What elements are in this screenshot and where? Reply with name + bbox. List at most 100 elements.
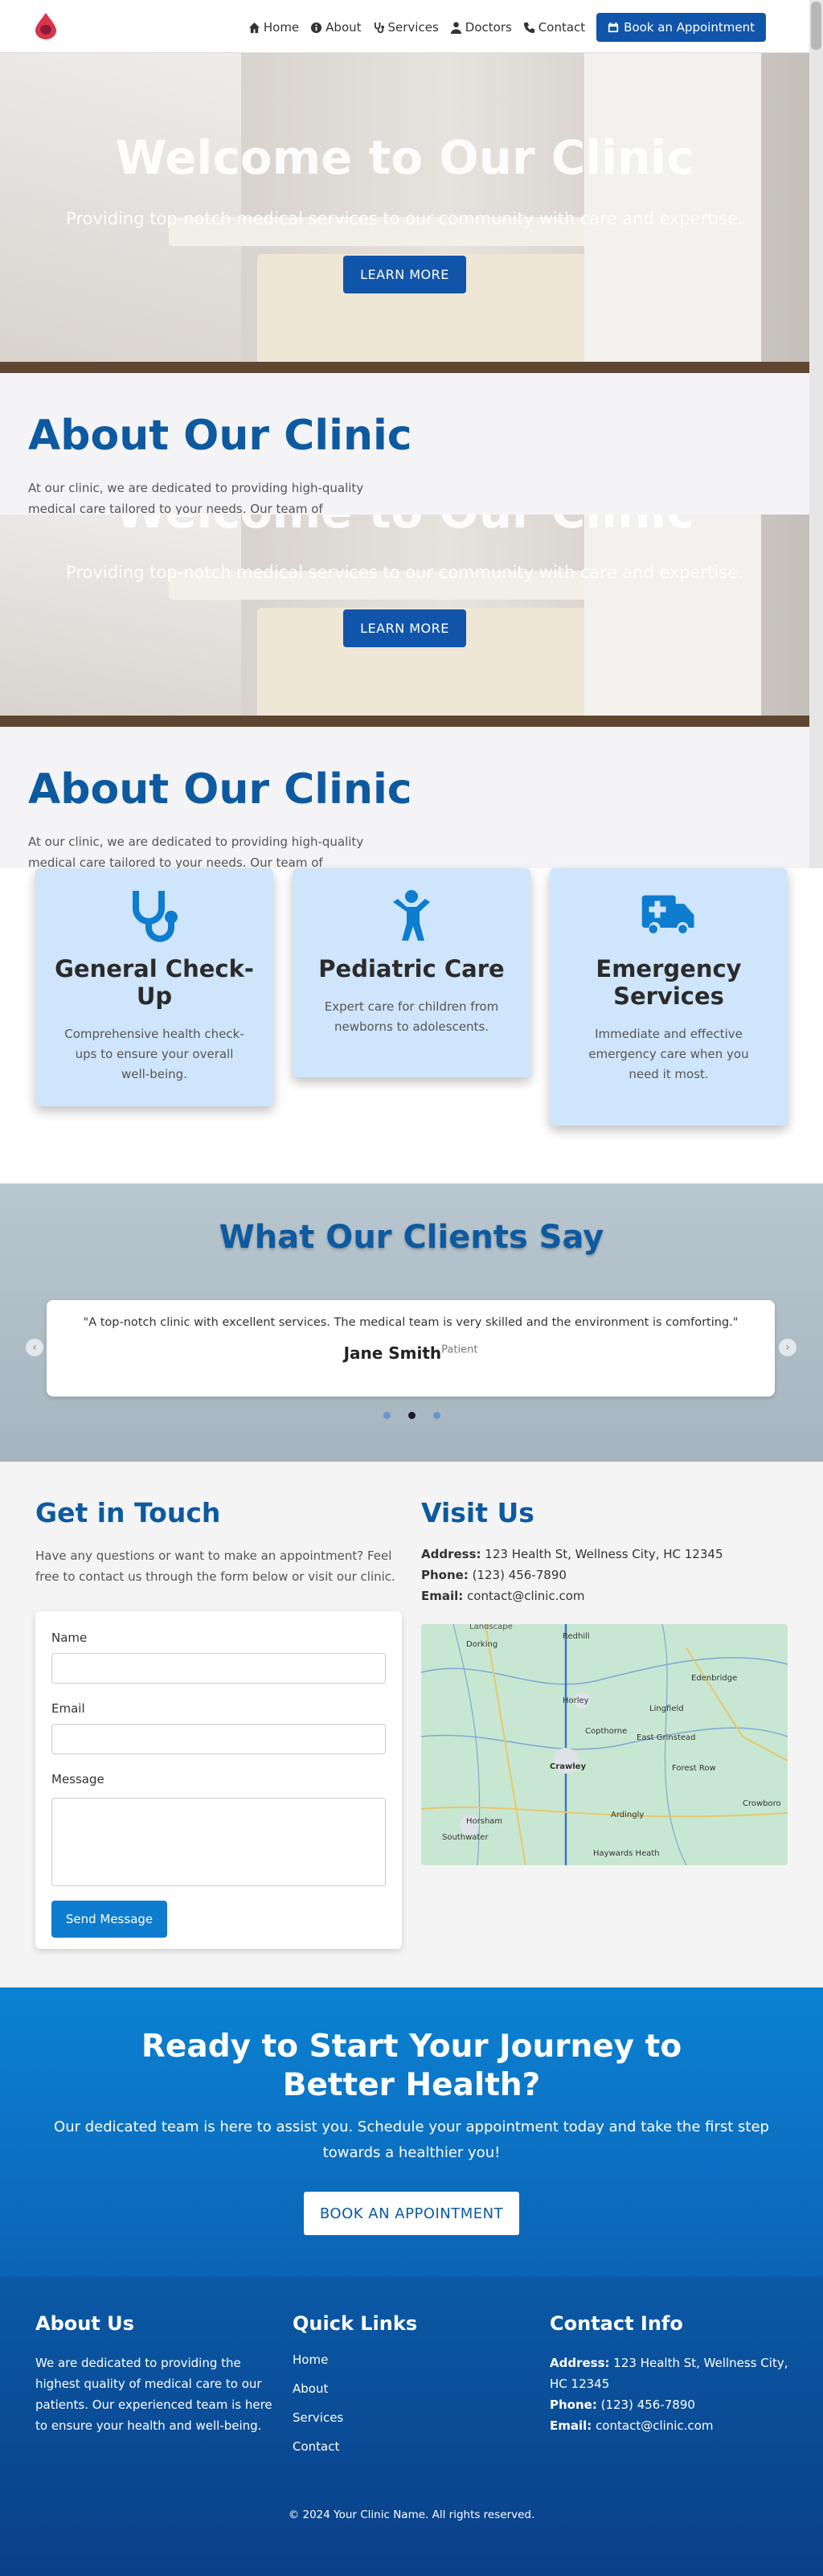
map-place: Edenbridge	[691, 1674, 738, 1683]
service-card-pediatric-care[interactable]: Pediatric Care Expert care for children …	[293, 868, 530, 1077]
services-section: General Check-Up Comprehensive health ch…	[0, 868, 823, 1183]
address-label: Address:	[421, 1547, 481, 1561]
hero-section-duplicate: Welcome to Our Clinic Providing top-notc…	[0, 515, 809, 727]
cta-text: Our dedicated team is here to assist you…	[54, 2119, 769, 2161]
contact-text: Have any questions or want to make an ap…	[35, 1548, 395, 1584]
hero-subtitle: Providing top-notch medical services to …	[66, 563, 743, 582]
map-place: Lingfield	[649, 1704, 684, 1713]
service-card-general-checkup[interactable]: General Check-Up Comprehensive health ch…	[35, 868, 273, 1106]
service-title: Emergency Services	[596, 955, 742, 1010]
footer-link-about[interactable]: About	[293, 2381, 328, 2396]
footer-about-title: About Us	[35, 2312, 134, 2335]
map-place: Landscape	[469, 1624, 513, 1631]
nav-services[interactable]: Services	[373, 20, 439, 35]
map-place: Haywards Heath	[593, 1849, 660, 1858]
footer-link-contact[interactable]: Contact	[293, 2439, 339, 2454]
visit-email: Email: contact@clinic.com	[421, 1589, 585, 1603]
testimonials-title: What Our Clients Say	[219, 1219, 604, 1256]
book-appointment-label: Book an Appointment	[624, 20, 755, 35]
contact-title: Get in Touch	[35, 1497, 221, 1528]
carousel-prev-icon[interactable]: ‹	[26, 1339, 43, 1356]
nav-menu: Home About Services Doctors Contact Book…	[248, 13, 766, 42]
email-info-label: Email:	[421, 1589, 464, 1603]
message-textarea[interactable]	[51, 1798, 386, 1886]
nav-about-label: About	[326, 20, 362, 35]
map-place: Forest Row	[672, 1764, 716, 1773]
nav-doctors[interactable]: Doctors	[450, 20, 512, 35]
email-input[interactable]	[51, 1724, 386, 1754]
hero-window-image	[0, 515, 241, 727]
nav-home-label: Home	[263, 20, 300, 35]
visit-title: Visit Us	[421, 1497, 534, 1528]
hero-title: Welcome to Our Clinic	[115, 130, 694, 185]
footer-address-label: Address:	[550, 2356, 610, 2370]
carousel-dot-active[interactable]	[408, 1412, 416, 1419]
cta-book-button[interactable]: BOOK AN APPOINTMENT	[304, 2192, 519, 2235]
ambulance-icon	[641, 889, 697, 942]
service-text: Comprehensive health check-ups to ensure…	[64, 1027, 244, 1081]
scrollbar-thumb[interactable]	[811, 2, 821, 50]
map-place: Copthorne	[585, 1727, 628, 1736]
home-icon	[248, 22, 260, 33]
footer: About Us We are dedicated to providing t…	[0, 2277, 823, 2576]
map-place: Southwater	[442, 1833, 489, 1842]
testimonial-card: "A top-notch clinic with excellent servi…	[47, 1300, 775, 1397]
send-message-button[interactable]: Send Message	[51, 1901, 167, 1938]
footer-link-services[interactable]: Services	[293, 2410, 343, 2425]
logo-icon[interactable]	[32, 11, 59, 40]
carousel-indicators	[383, 1412, 440, 1419]
testimonials-section: What Our Clients Say ‹ "A top-notch clin…	[0, 1183, 823, 1462]
phone-label: Phone:	[421, 1568, 469, 1582]
footer-links-title: Quick Links	[293, 2312, 418, 2335]
learn-more-button[interactable]: LEARN MORE	[343, 609, 466, 647]
name-label: Name	[51, 1631, 88, 1645]
about-title: About Our Clinic	[28, 412, 412, 460]
calendar-icon	[608, 22, 619, 33]
address-value: 123 Health St, Wellness City, HC 12345	[485, 1547, 723, 1561]
phone-value: (123) 456-7890	[472, 1568, 567, 1582]
nav-services-label: Services	[387, 20, 439, 35]
doctor-icon	[450, 21, 461, 34]
footer-email: contact@clinic.com	[596, 2418, 714, 2433]
nav-about[interactable]: About	[310, 20, 362, 35]
child-icon	[383, 889, 440, 942]
footer-link-home[interactable]: Home	[293, 2352, 328, 2367]
visit-address: Address: 123 Health St, Wellness City, H…	[421, 1547, 723, 1561]
testimonial-author: Jane SmithPatient	[47, 1343, 775, 1363]
contact-form: Name Email Message Send Message	[35, 1611, 402, 1949]
cta-title: Ready to Start Your Journey to Better He…	[141, 2028, 682, 2103]
hero-cabinet-image	[584, 515, 761, 727]
service-card-emergency-services[interactable]: Emergency Services Immediate and effecti…	[550, 868, 788, 1126]
service-text: Immediate and effective emergency care w…	[588, 1027, 749, 1081]
name-input[interactable]	[51, 1653, 386, 1684]
book-appointment-button[interactable]: Book an Appointment	[596, 13, 766, 42]
visit-phone: Phone: (123) 456-7890	[421, 1568, 567, 1582]
nav-contact[interactable]: Contact	[523, 20, 585, 35]
service-title: General Check-Up	[55, 955, 254, 1010]
stethoscope-icon	[374, 22, 384, 33]
hero-floor	[0, 362, 809, 373]
about-section-duplicate: About Our Clinic At our clinic, we are d…	[0, 727, 809, 891]
map-place: Crawley	[550, 1762, 586, 1771]
cta-section: Ready to Start Your Journey to Better He…	[0, 1987, 823, 2277]
service-text: Expert care for children from newborns t…	[324, 999, 499, 1034]
scrollbar-track[interactable]	[809, 0, 823, 868]
carousel-next-icon[interactable]: ›	[779, 1339, 796, 1356]
email-label: Email	[51, 1701, 85, 1716]
phone-icon	[523, 22, 534, 33]
testimonial-name: Jane Smith	[343, 1343, 442, 1363]
hero-title: Welcome to Our Clinic	[0, 515, 809, 539]
learn-more-button[interactable]: LEARN MORE	[343, 256, 466, 293]
location-map[interactable]: Landscape Dorking Redhill Horley Edenbri…	[421, 1624, 788, 1865]
carousel-dot[interactable]	[433, 1412, 440, 1419]
email-value: contact@clinic.com	[467, 1589, 585, 1603]
map-place: Dorking	[466, 1640, 498, 1649]
footer-contact-info: Address: 123 Health St, Wellness City, H…	[550, 2352, 791, 2436]
hero-subtitle: Providing top-notch medical services to …	[66, 209, 743, 228]
map-place: Crowboro	[743, 1799, 781, 1808]
footer-phone: (123) 456-7890	[600, 2398, 695, 2412]
carousel-dot[interactable]	[383, 1412, 391, 1419]
footer-contact-title: Contact Info	[550, 2312, 683, 2335]
nav-home[interactable]: Home	[248, 20, 299, 35]
testimonial-role: Patient	[441, 1343, 478, 1356]
